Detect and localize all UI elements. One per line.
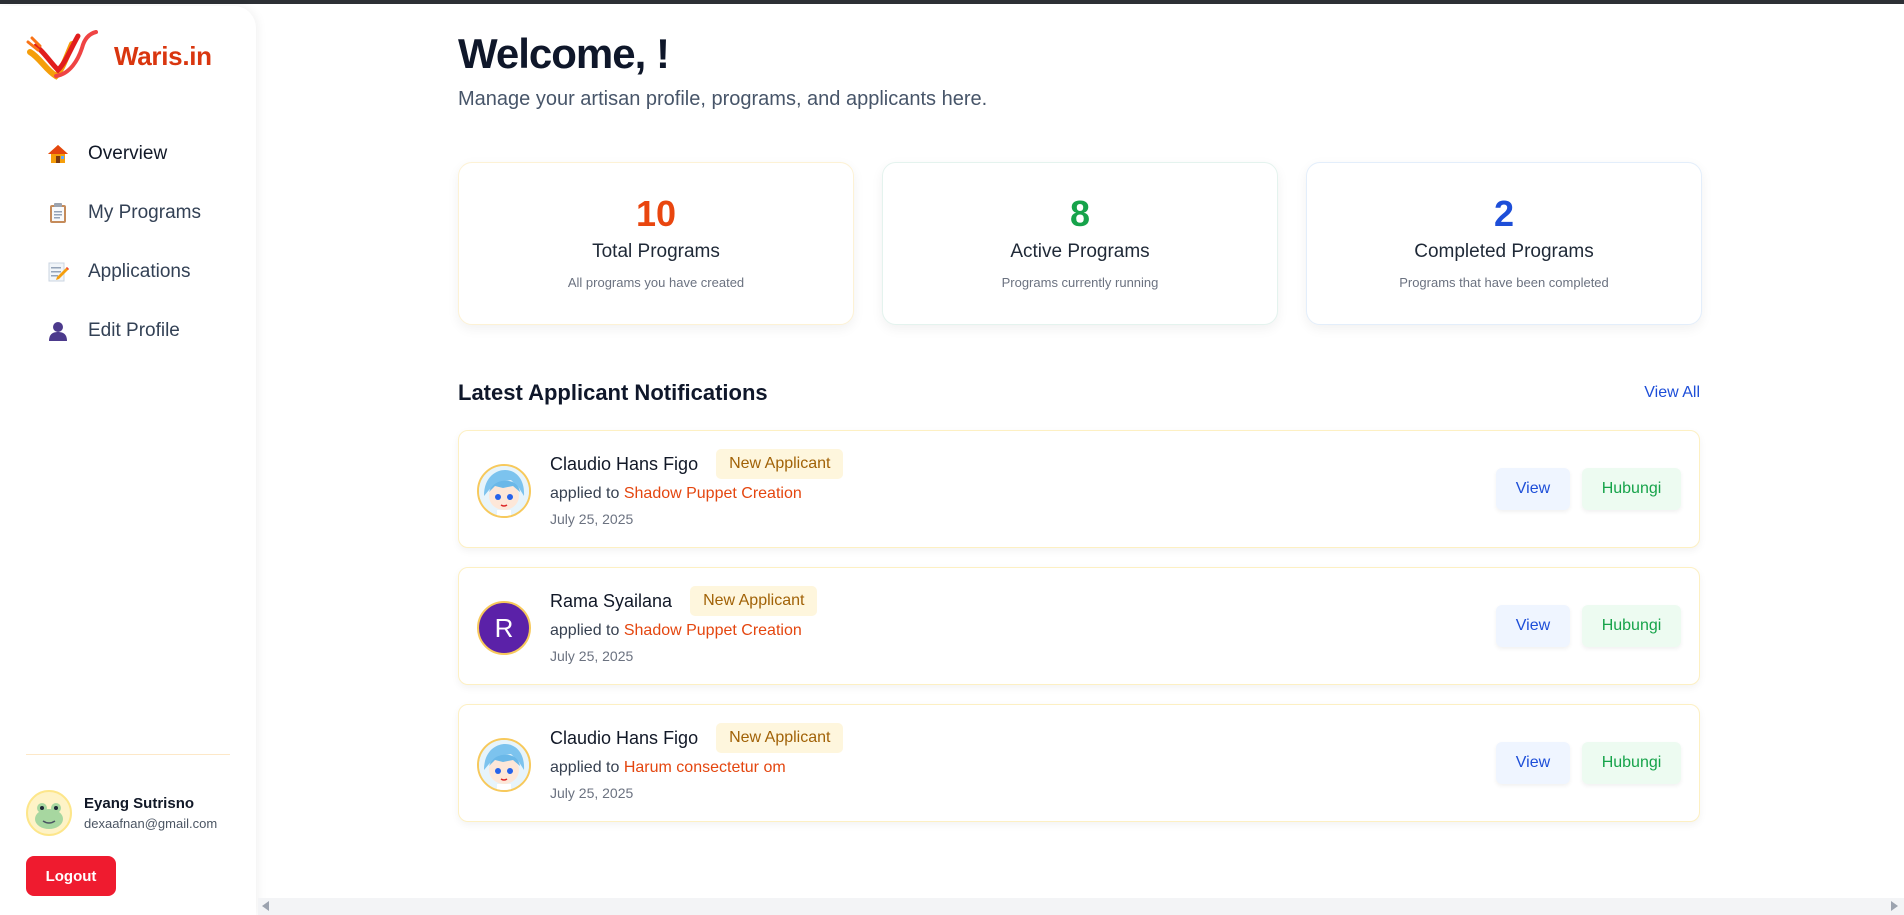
page-subtitle: Manage your artisan profile, programs, a… [458,88,988,110]
applicant-card: R Rama Syailana New Applicant applied to… [458,567,1700,685]
logout-button[interactable]: Logout [26,856,116,896]
sidebar: Waris.in Overview My Programs Applicatio… [0,6,256,915]
sidebar-divider [26,754,230,755]
applicant-card: Claudio Hans Figo New Applicant applied … [458,430,1700,548]
applicant-card: Claudio Hans Figo New Applicant applied … [458,704,1700,822]
sidebar-item-label: My Programs [88,201,201,223]
status-badge: New Applicant [690,586,818,616]
stats-row: 10 Total Programs All programs you have … [458,162,1702,325]
anime-avatar-icon [477,464,531,518]
view-button[interactable]: View [1496,605,1570,647]
stat-value: 2 [1493,193,1515,234]
clipboard-icon [46,201,70,225]
program-link[interactable]: Shadow Puppet Creation [624,622,802,639]
stat-description: Programs currently running [1001,275,1159,290]
applied-to-text: applied to Shadow Puppet Creation [550,622,802,639]
waris-flame-logo-icon [26,30,98,80]
applicant-name: Rama Syailana [550,590,673,611]
stat-description: All programs you have created [567,275,745,290]
sidebar-item-applications[interactable]: Applications [46,242,201,301]
stat-value: 8 [1069,193,1091,234]
status-badge: New Applicant [716,449,844,479]
browser-top-strip [0,0,1904,4]
sidebar-item-my-programs[interactable]: My Programs [46,183,201,242]
sidebar-item-label: Applications [88,260,191,282]
house-icon [46,142,70,166]
scroll-left-icon[interactable] [262,901,269,911]
user-email: dexaafnan@gmail.com [84,816,218,831]
brand-logo[interactable]: Waris.in [26,30,212,82]
stat-card-active-programs: 8 Active Programs Programs currently run… [882,162,1278,325]
horizontal-scrollbar[interactable] [258,898,1904,915]
letter-avatar: R [477,601,531,655]
applied-to-text: applied to Shadow Puppet Creation [550,485,802,502]
notifications-header: Latest Applicant Notifications View All [458,380,1700,406]
stat-value: 10 [635,193,677,234]
applicant-list: Claudio Hans Figo New Applicant applied … [458,430,1700,841]
user-silhouette-icon [46,319,70,343]
brand-name: Waris.in [114,40,212,71]
view-button[interactable]: View [1496,468,1570,510]
stat-description: Programs that have been completed [1399,275,1609,290]
frog-avatar-icon [26,790,72,836]
page-title: Welcome, ! [458,30,670,77]
stat-card-completed-programs: 2 Completed Programs Programs that have … [1306,162,1702,325]
application-date: July 25, 2025 [550,511,634,527]
application-date: July 25, 2025 [550,785,634,801]
sidebar-item-edit-profile[interactable]: Edit Profile [46,301,201,360]
contact-button[interactable]: Hubungi [1582,468,1681,510]
applicant-name: Claudio Hans Figo [550,727,699,748]
stat-title: Active Programs [1010,241,1150,262]
user-profile: Eyang Sutrisno dexaafnan@gmail.com [26,790,217,836]
sidebar-item-label: Edit Profile [88,319,180,341]
sidebar-item-overview[interactable]: Overview [46,124,201,183]
stat-title: Total Programs [592,241,720,262]
sidebar-nav: Overview My Programs Applications Edit P… [46,124,201,360]
sidebar-item-label: Overview [88,142,168,164]
section-title: Latest Applicant Notifications [458,380,768,405]
applicant-name: Claudio Hans Figo [550,453,699,474]
program-link[interactable]: Shadow Puppet Creation [624,485,802,502]
applied-to-text: applied to Harum consectetur om [550,759,786,776]
stat-title: Completed Programs [1414,241,1594,262]
application-date: July 25, 2025 [550,648,634,664]
stat-card-total-programs: 10 Total Programs All programs you have … [458,162,854,325]
contact-button[interactable]: Hubungi [1582,742,1681,784]
view-all-link[interactable]: View All [1644,384,1700,402]
status-badge: New Applicant [716,723,844,753]
memo-icon [46,260,70,284]
anime-avatar-icon [477,738,531,792]
program-link[interactable]: Harum consectetur om [624,759,786,776]
scroll-right-icon[interactable] [1891,901,1898,911]
contact-button[interactable]: Hubungi [1582,605,1681,647]
user-name: Eyang Sutrisno [84,795,195,812]
view-button[interactable]: View [1496,742,1570,784]
